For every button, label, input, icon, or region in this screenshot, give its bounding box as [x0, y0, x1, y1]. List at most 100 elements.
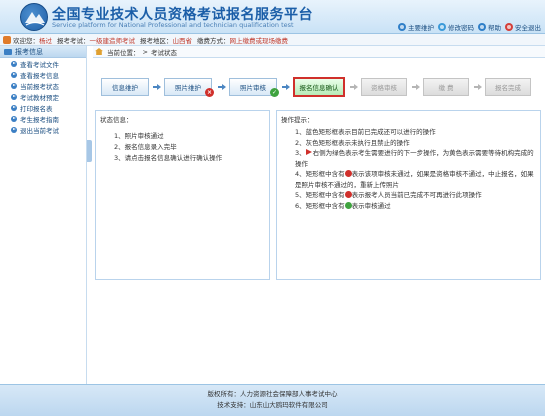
minus-icon	[344, 191, 352, 198]
step-label: 资格审核	[371, 84, 397, 92]
area-label: 报考地区：	[140, 36, 173, 45]
pay-value: 网上缴费或现场缴费	[229, 36, 289, 45]
step-label: 信息维护	[112, 84, 138, 92]
arrow-right-icon	[282, 84, 290, 90]
help-label: 帮助	[488, 24, 501, 32]
tip-text: 表示审核通过	[351, 201, 391, 210]
arrow-bullet-icon	[11, 82, 17, 89]
home-icon	[398, 23, 406, 31]
step-complete: 报名完成	[485, 78, 531, 96]
tip-line: 5、矩形框中含有 表示报考人员当前已完成不可再进行此项操作	[277, 190, 540, 201]
step-label: 缴 费	[438, 84, 454, 92]
tip-prefix: 6、矩形框中含有	[295, 201, 345, 210]
sidebar-item-label: 当前报考状态	[20, 82, 59, 91]
change-password-label: 修改密码	[448, 24, 474, 32]
pay-label: 缴费方式：	[197, 36, 230, 45]
sidebar-item-exit-exam[interactable]: 退出当前考试	[0, 124, 86, 135]
step-label: 报名信息确认	[299, 84, 339, 92]
arrow-right-icon	[474, 84, 482, 90]
step-label: 照片审核	[240, 84, 266, 92]
tip-line: 6、矩形框中含有 表示审核通过	[277, 201, 540, 212]
footer: 版权所有：人力资源社会保障部人事考试中心 技术支持：山东山大鸥玛软件有限公司	[0, 384, 545, 416]
red-arrow-icon	[305, 149, 312, 155]
app-subtitle: Service platform for National Profession…	[52, 21, 294, 29]
tip-line: 4、矩形框中含有 表示该项审核未通过，如果是资格审核不通过，中止报名，如果是照片审…	[277, 169, 540, 190]
arrow-right-icon	[218, 84, 226, 90]
logo-emblem	[20, 3, 48, 31]
sidebar: 报考信息 查看考试文件 查看报考信息 当前报考状态 考试教材预定 打印报名表 考…	[0, 46, 87, 384]
check-icon: ✓	[270, 88, 279, 97]
arrow-right-icon	[412, 84, 420, 90]
copyright-text: 版权所有：人力资源社会保障部人事考试中心	[207, 390, 338, 398]
step-confirm-info[interactable]: 报名信息确认	[293, 77, 345, 97]
sidebar-item-print-form[interactable]: 打印报名表	[0, 102, 86, 113]
arrow-right-icon	[153, 84, 161, 90]
area-value: 山西省	[172, 36, 193, 45]
arrow-bullet-icon	[11, 126, 17, 133]
sidebar-item-apply-info[interactable]: 查看报考信息	[0, 69, 86, 80]
sidebar-item-label: 考试教材预定	[20, 93, 59, 102]
breadcrumb-current: 考试状态	[150, 48, 177, 57]
support-text: 技术支持：山东山大鸥玛软件有限公司	[217, 401, 328, 409]
breadcrumb-label: 当前位置：	[107, 48, 140, 57]
help-icon	[478, 23, 486, 31]
sidebar-header[interactable]: 报考信息	[0, 46, 86, 58]
key-icon	[438, 23, 446, 31]
tip-text: 右侧为绿色表示考生需要进行的下一步操作，为黄色表示需要等待机构完成的操作	[295, 149, 534, 168]
sidebar-header-label: 报考信息	[15, 47, 43, 56]
tips-panel: 操作提示： 1、蓝色矩形框表示目前已完成还可以进行的操作 2、灰色矩形框表示未执…	[276, 110, 541, 280]
sidebar-item-label: 查看报考信息	[20, 71, 59, 80]
main-content: 当前位置： > 考试状态 信息维护 照片维护 × 照片审核 ✓ 报名信息确认 资…	[93, 46, 545, 384]
status-line: 2、报名信息录入完毕	[114, 143, 177, 151]
header: 全国专业技术人员资格考试报名服务平台 Service platform for …	[0, 0, 545, 34]
main-maintain-link[interactable]: 主要维护	[398, 22, 434, 32]
step-qualification-review: 资格审核	[361, 78, 407, 96]
arrow-bullet-icon	[11, 93, 17, 100]
tip-text: 表示报考人员当前已完成不可再进行此项操作	[351, 191, 482, 199]
main-maintain-label: 主要维护	[408, 24, 434, 32]
sidebar-collapse-handle[interactable]	[87, 140, 92, 162]
sidebar-item-label: 退出当前考试	[20, 126, 59, 135]
tip-line: 3、 右侧为绿色表示考生需要进行的下一步操作，为黄色表示需要等待机构完成的操作	[277, 148, 540, 169]
tip-prefix: 3、	[295, 149, 306, 157]
breadcrumb: 当前位置： > 考试状态	[93, 46, 545, 58]
exam-label: 报考考试：	[57, 36, 90, 45]
status-line: 3、请点击报名信息确认进行确认操作	[114, 154, 223, 162]
home-icon	[95, 48, 103, 55]
help-link[interactable]: 帮助	[478, 22, 501, 32]
step-label: 报名完成	[495, 84, 521, 92]
status-line: 1、照片审核通过	[114, 132, 164, 140]
cross-icon	[344, 170, 352, 177]
cross-icon: ×	[205, 88, 214, 97]
power-icon	[505, 23, 513, 31]
info-bar: 欢迎您： 杨过 报考考试： 一级建造师考试 报考地区： 山西省 缴费方式： 网上…	[0, 34, 545, 46]
change-password-link[interactable]: 修改密码	[438, 22, 474, 32]
top-links: 主要维护 修改密码 帮助 安全退出	[398, 22, 541, 32]
logout-link[interactable]: 安全退出	[505, 22, 541, 32]
sidebar-item-guide[interactable]: 考生报考指南	[0, 113, 86, 124]
tip-line: 1、蓝色矩形框表示目前已完成还可以进行的操作	[295, 128, 436, 136]
status-panel: 状态信息： 1、照片审核通过 2、报名信息录入完毕 3、请点击报名信息确认进行确…	[95, 110, 270, 280]
arrow-bullet-icon	[11, 104, 17, 111]
sidebar-item-label: 查看考试文件	[20, 60, 59, 69]
tip-line: 2、灰色矩形框表示未执行且禁止的操作	[295, 138, 410, 147]
sidebar-item-apply-status[interactable]: 当前报考状态	[0, 80, 86, 91]
process-flow: 信息维护 照片维护 × 照片审核 ✓ 报名信息确认 资格审核 缴 费 报名完成	[101, 74, 537, 100]
arrow-bullet-icon	[11, 115, 17, 122]
welcome-label: 欢迎您：	[13, 36, 39, 45]
status-title: 状态信息：	[100, 116, 133, 124]
exam-value: 一级建造师考试	[89, 36, 136, 45]
breadcrumb-sep: >	[142, 47, 148, 56]
sidebar-item-exam-files[interactable]: 查看考试文件	[0, 58, 86, 69]
check-icon	[344, 201, 352, 209]
step-info-maintain[interactable]: 信息维护	[101, 78, 149, 96]
sidebar-item-label: 考生报考指南	[20, 115, 59, 124]
folder-icon	[4, 48, 12, 55]
logout-label: 安全退出	[515, 24, 541, 32]
step-payment: 缴 费	[423, 78, 469, 96]
sidebar-item-textbook[interactable]: 考试教材预定	[0, 91, 86, 102]
sidebar-item-label: 打印报名表	[20, 104, 53, 113]
welcome-value: 杨过	[39, 36, 52, 45]
tip-prefix: 5、矩形框中含有	[295, 191, 345, 199]
arrow-bullet-icon	[11, 71, 17, 78]
